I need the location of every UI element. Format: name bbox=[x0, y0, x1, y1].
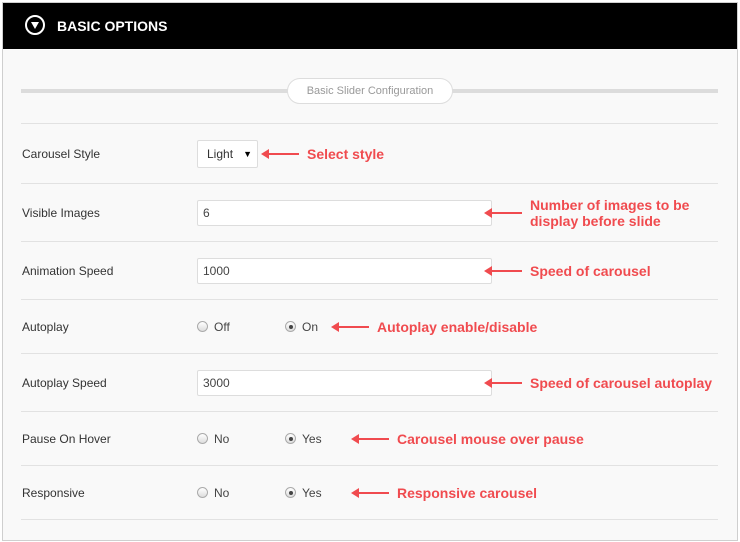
dropdown-arrow-icon: ▼ bbox=[243, 148, 252, 159]
row-autoplay: Autoplay Off On Autoplay enable/disable bbox=[21, 299, 718, 353]
row-responsive: Responsive No Yes Responsive carousel bbox=[21, 465, 718, 520]
radio-checked-icon[interactable] bbox=[285, 433, 296, 444]
field-label: Animation Speed bbox=[22, 263, 114, 278]
annotation-text: Carousel mouse over pause bbox=[397, 430, 584, 447]
chevron-down-circle-icon[interactable] bbox=[25, 15, 45, 35]
responsive-yes-radio[interactable]: Yes bbox=[285, 486, 322, 500]
radio-label: On bbox=[302, 319, 319, 334]
annotation-text: Responsive carousel bbox=[397, 484, 538, 501]
annotation-text: Speed of carousel bbox=[530, 262, 651, 279]
arrow-left-icon bbox=[261, 148, 299, 159]
annotation: Number of images to be display before sl… bbox=[484, 197, 705, 229]
annotation: Carousel mouse over pause bbox=[351, 431, 584, 447]
radio-label: No bbox=[214, 431, 230, 446]
row-carousel-style: Carousel Style Light ▼ Select style bbox=[21, 123, 718, 183]
arrow-left-icon bbox=[331, 321, 369, 332]
row-autoplay-speed: Autoplay Speed 3000 Speed of carousel au… bbox=[21, 353, 718, 411]
responsive-no-radio[interactable]: No bbox=[197, 486, 229, 500]
panel-header[interactable]: BASIC OPTIONS bbox=[3, 3, 737, 49]
field-label: Autoplay Speed bbox=[22, 375, 107, 390]
field-label: Pause On Hover bbox=[22, 431, 111, 446]
row-pause-on-hover: Pause On Hover No Yes Carousel mouse ove… bbox=[21, 411, 718, 465]
radio-label: Yes bbox=[302, 431, 322, 446]
arrow-left-icon bbox=[484, 207, 522, 218]
autoplay-on-radio[interactable]: On bbox=[285, 320, 318, 334]
arrow-left-icon bbox=[484, 377, 522, 388]
arrow-left-icon bbox=[351, 433, 389, 444]
annotation-text: Select style bbox=[307, 145, 385, 162]
radio-icon[interactable] bbox=[197, 321, 208, 332]
radio-label: Off bbox=[214, 319, 230, 334]
row-animation-speed: Animation Speed 1000 Speed of carousel bbox=[21, 241, 718, 299]
radio-label: No bbox=[214, 485, 230, 500]
field-label: Visible Images bbox=[22, 205, 100, 220]
radio-checked-icon[interactable] bbox=[285, 321, 296, 332]
annotation: Autoplay enable/disable bbox=[331, 319, 537, 335]
visible-images-input[interactable]: 6 bbox=[197, 199, 492, 226]
carousel-style-select[interactable]: Light ▼ bbox=[197, 139, 258, 168]
row-visible-images: Visible Images 6 Number of images to be … bbox=[21, 183, 718, 241]
field-label: Carousel Style bbox=[22, 146, 101, 161]
pause-yes-radio[interactable]: Yes bbox=[285, 432, 322, 446]
select-value: Light bbox=[207, 146, 234, 161]
pause-no-radio[interactable]: No bbox=[197, 432, 229, 446]
arrow-left-icon bbox=[484, 265, 522, 276]
annotation: Select style bbox=[261, 146, 384, 162]
arrow-left-icon bbox=[351, 487, 389, 498]
annotation: Speed of carousel autoplay bbox=[484, 375, 712, 391]
annotation-text: Number of images to be display before sl… bbox=[530, 196, 690, 229]
radio-icon[interactable] bbox=[197, 433, 208, 444]
autoplay-speed-input[interactable]: 3000 bbox=[197, 369, 492, 396]
basic-options-panel: BASIC OPTIONS Basic Slider Configuration… bbox=[2, 2, 738, 541]
autoplay-off-radio[interactable]: Off bbox=[197, 320, 230, 334]
animation-speed-input[interactable]: 1000 bbox=[197, 257, 492, 284]
annotation-text: Autoplay enable/disable bbox=[377, 318, 538, 335]
radio-label: Yes bbox=[302, 485, 322, 500]
annotation: Responsive carousel bbox=[351, 485, 537, 501]
annotation: Speed of carousel bbox=[484, 263, 651, 279]
panel-title: BASIC OPTIONS bbox=[57, 18, 168, 34]
radio-icon[interactable] bbox=[197, 487, 208, 498]
field-label: Responsive bbox=[22, 485, 85, 500]
radio-checked-icon[interactable] bbox=[285, 487, 296, 498]
section-title: Basic Slider Configuration bbox=[287, 78, 453, 104]
field-label: Autoplay bbox=[22, 319, 69, 334]
annotation-text: Speed of carousel autoplay bbox=[530, 374, 713, 391]
